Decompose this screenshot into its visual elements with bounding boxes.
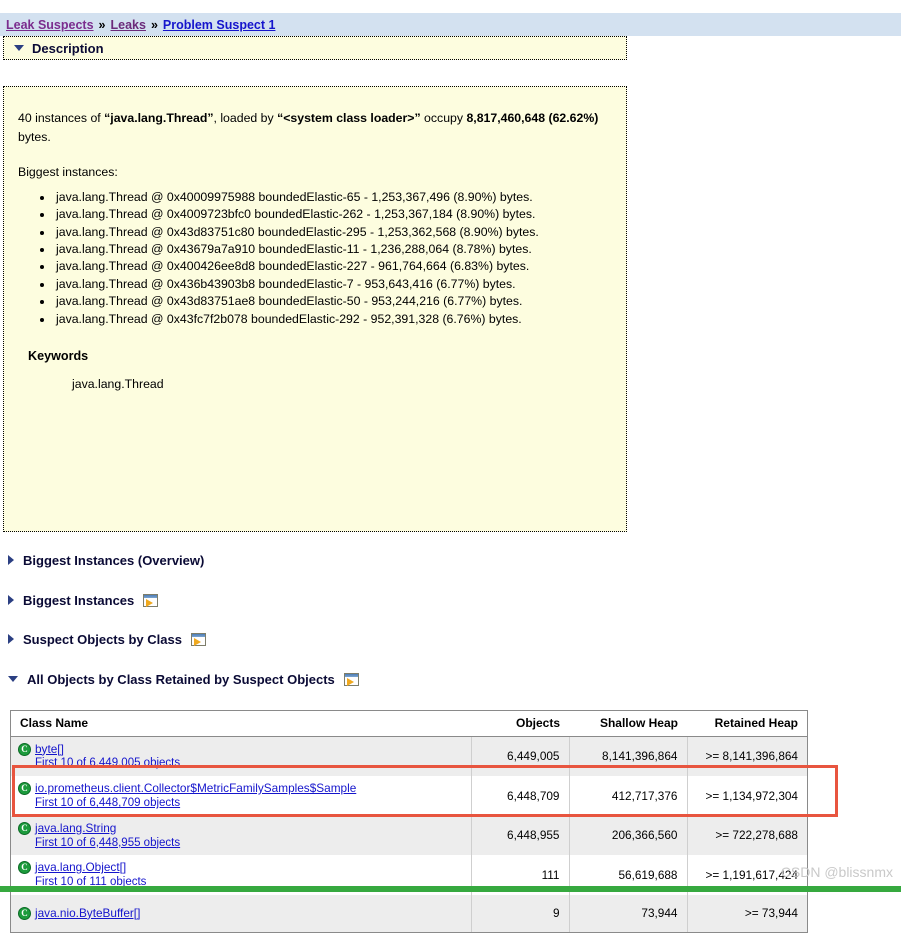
class-icon: C	[18, 906, 31, 920]
section-biggest-instances[interactable]: Biggest Instances	[3, 590, 159, 610]
table-row[interactable]: C io.prometheus.client.Collector$MetricF…	[11, 776, 807, 816]
section-title: Suspect Objects by Class	[23, 631, 182, 647]
class-icon: C	[18, 861, 31, 875]
watermark: CSDN @blissnmx	[780, 864, 893, 880]
list-item: java.lang.Thread @ 0x43679a7a910 bounded…	[54, 241, 610, 257]
summary-prefix: 40 instances of	[18, 111, 105, 125]
cell-retained-heap: >= 722,278,688	[687, 815, 807, 856]
first-10-objects-link[interactable]: First 10 of 6,448,709 objects	[35, 796, 356, 811]
biggest-instances-label: Biggest instances:	[18, 165, 118, 180]
summary-size: 8,817,460,648 (62.62%)	[466, 111, 599, 125]
description-section-header[interactable]: Description	[3, 36, 627, 60]
section-all-objects-by-class-retained[interactable]: All Objects by Class Retained by Suspect…	[3, 669, 359, 689]
description-section-title: Description	[32, 40, 104, 56]
chevron-right-icon[interactable]	[8, 555, 14, 565]
class-retained-table-wrapper: Class Name Objects Shallow Heap Retained…	[10, 710, 808, 933]
class-name-link[interactable]: byte[]	[35, 742, 180, 757]
class-retained-table: Class Name Objects Shallow Heap Retained…	[11, 711, 807, 932]
cell-retained-heap: >= 1,134,972,304	[687, 776, 807, 816]
list-item: java.lang.Thread @ 0x4009723bfc0 bounded…	[54, 206, 610, 222]
summary-class-name: “java.lang.Thread”	[104, 111, 214, 125]
open-in-new-view-icon[interactable]	[343, 672, 359, 686]
summary-suffix: bytes.	[18, 130, 51, 145]
table-row[interactable]: C java.lang.String First 10 of 6,448,955…	[11, 815, 807, 856]
class-icon: C	[18, 742, 31, 756]
cell-objects: 9	[471, 894, 570, 932]
first-10-objects-link[interactable]: First 10 of 6,448,955 objects	[35, 836, 180, 851]
summary-occupy: occupy	[420, 111, 467, 125]
list-item: java.lang.Thread @ 0x436b43903b8 bounded…	[54, 276, 610, 292]
column-header-shallow-heap[interactable]: Shallow Heap	[569, 711, 687, 737]
cell-class-name: C byte[] First 10 of 6,449,005 objects	[11, 736, 472, 777]
summary-middle: , loaded by	[213, 111, 278, 125]
open-in-new-view-icon[interactable]	[190, 632, 206, 646]
class-name-link[interactable]: java.lang.String	[35, 821, 180, 836]
open-in-new-view-icon[interactable]	[143, 593, 159, 607]
cell-shallow-heap: 73,944	[569, 894, 688, 932]
description-summary: 40 instances of “java.lang.Thread”, load…	[18, 109, 610, 147]
cell-class-name: C java.nio.ByteBuffer[]	[11, 894, 472, 932]
table-row[interactable]: C java.nio.ByteBuffer[] 9 73,944 >= 73,9…	[11, 894, 807, 932]
list-item: java.lang.Thread @ 0x40009975988 bounded…	[54, 189, 610, 205]
class-name-link[interactable]: java.nio.ByteBuffer[]	[35, 906, 140, 921]
bottom-accent-strip	[0, 886, 901, 892]
breadcrumb-separator-1: »	[98, 17, 106, 32]
breadcrumb-item-leaks[interactable]: Leaks	[111, 18, 146, 32]
breadcrumb-item-leak-suspects[interactable]: Leak Suspects	[6, 18, 94, 32]
list-item: java.lang.Thread @ 0x43fc7f2b078 bounded…	[54, 311, 610, 327]
description-panel: 40 instances of “java.lang.Thread”, load…	[3, 86, 627, 532]
chevron-right-icon[interactable]	[8, 595, 14, 605]
column-header-retained-heap[interactable]: Retained Heap	[687, 711, 807, 737]
table-header-row: Class Name Objects Shallow Heap Retained…	[11, 711, 807, 737]
section-biggest-instances-overview[interactable]: Biggest Instances (Overview)	[3, 550, 204, 570]
summary-classloader: “<system class loader>”	[277, 111, 421, 125]
chevron-down-icon[interactable]	[14, 45, 24, 51]
cell-retained-heap: >= 73,944	[687, 894, 807, 932]
section-title: All Objects by Class Retained by Suspect…	[27, 671, 335, 687]
breadcrumb-item-problem-suspect-1[interactable]: Problem Suspect 1	[163, 18, 276, 32]
biggest-instances-list: java.lang.Thread @ 0x40009975988 bounded…	[18, 189, 610, 327]
cell-retained-heap: >= 8,141,396,864	[687, 736, 807, 777]
class-name-link[interactable]: io.prometheus.client.Collector$MetricFam…	[35, 781, 356, 796]
keywords-value: java.lang.Thread	[72, 376, 164, 391]
chevron-right-icon[interactable]	[8, 634, 14, 644]
cell-objects: 6,449,005	[471, 736, 570, 777]
chevron-down-icon[interactable]	[8, 676, 18, 682]
cell-objects: 6,448,955	[471, 815, 570, 856]
cell-shallow-heap: 8,141,396,864	[569, 736, 688, 777]
breadcrumb: Leak Suspects » Leaks » Problem Suspect …	[0, 13, 901, 36]
list-item: java.lang.Thread @ 0x400426ee8d8 bounded…	[54, 258, 610, 274]
list-item: java.lang.Thread @ 0x43d83751c80 bounded…	[54, 224, 610, 240]
column-header-class-name[interactable]: Class Name	[11, 711, 471, 737]
keywords-title: Keywords	[28, 348, 89, 363]
column-header-objects[interactable]: Objects	[471, 711, 569, 737]
cell-shallow-heap: 412,717,376	[569, 776, 688, 816]
cell-class-name: C io.prometheus.client.Collector$MetricF…	[11, 776, 472, 816]
breadcrumb-separator-2: »	[150, 17, 158, 32]
list-item: java.lang.Thread @ 0x43d83751ae8 bounded…	[54, 293, 610, 309]
class-name-link[interactable]: java.lang.Object[]	[35, 860, 146, 875]
section-suspect-objects-by-class[interactable]: Suspect Objects by Class	[3, 629, 206, 649]
section-title: Biggest Instances (Overview)	[23, 552, 205, 568]
class-icon: C	[18, 821, 31, 835]
first-10-objects-link[interactable]: First 10 of 6,449,005 objects	[35, 756, 180, 771]
cell-objects: 6,448,709	[471, 776, 570, 816]
class-icon: C	[18, 782, 31, 796]
cell-shallow-heap: 206,366,560	[569, 815, 688, 856]
section-title: Biggest Instances	[23, 592, 135, 608]
table-row[interactable]: C byte[] First 10 of 6,449,005 objects 6…	[11, 736, 807, 777]
cell-class-name: C java.lang.String First 10 of 6,448,955…	[11, 815, 472, 856]
